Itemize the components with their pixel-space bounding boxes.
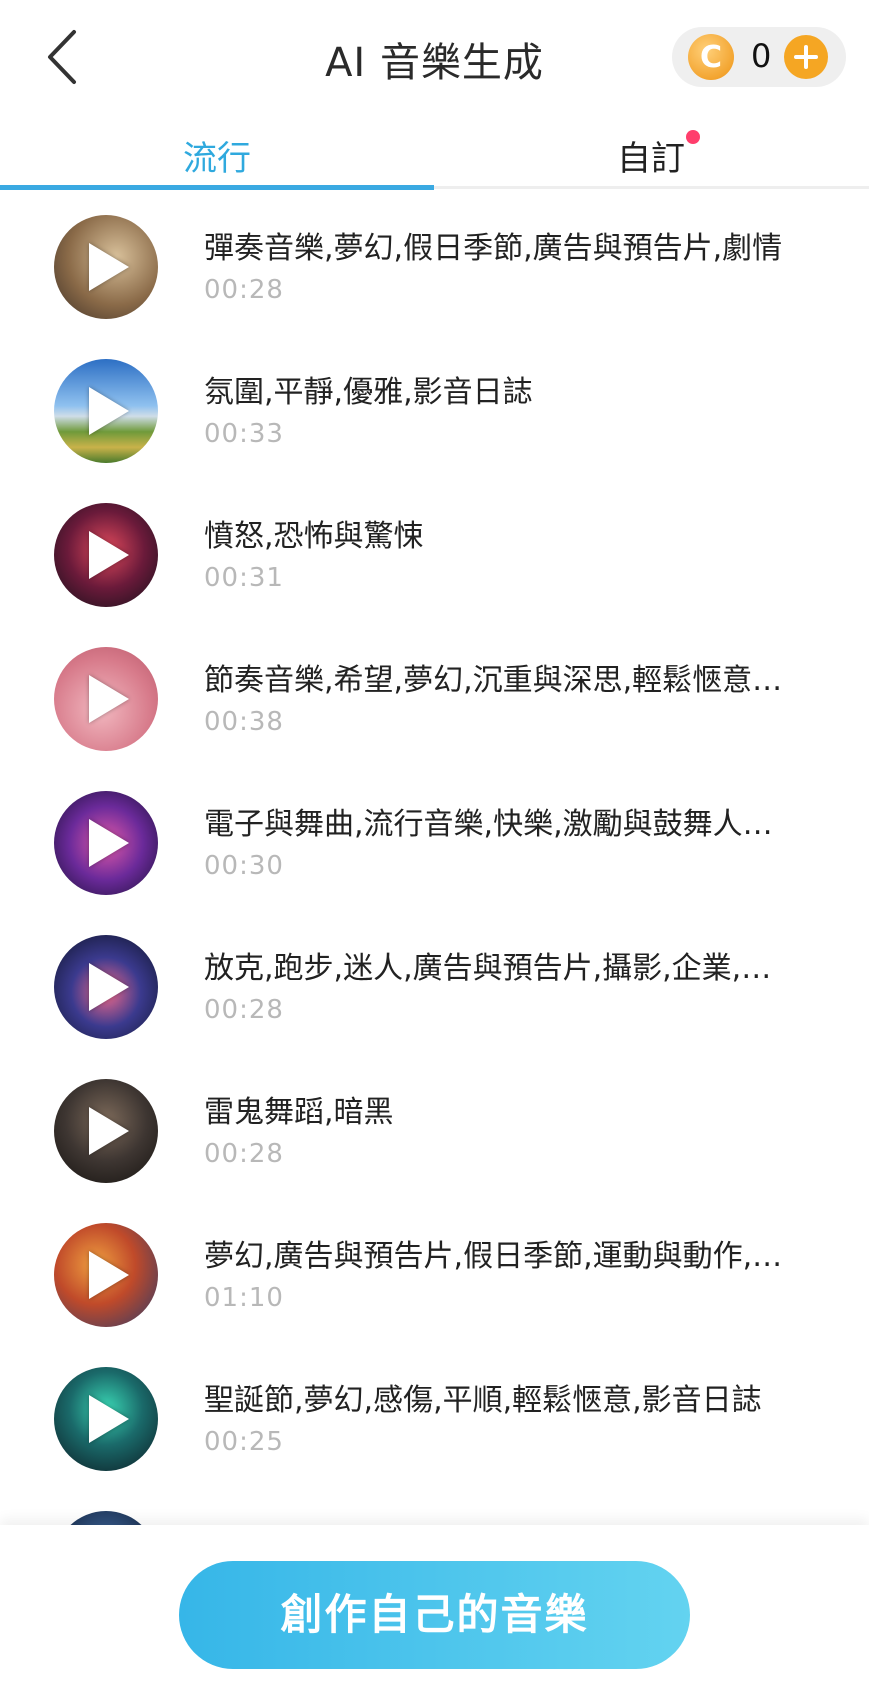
track-thumbnail — [54, 359, 158, 463]
track-thumbnail — [54, 215, 158, 319]
coin-icon: C — [688, 34, 734, 80]
track-duration: 00:28 — [204, 275, 284, 305]
track-duration: 00:30 — [204, 851, 284, 881]
track-thumbnail — [54, 1511, 158, 1525]
track-title: 夢幻,廣告與預告片,假日季節,運動與動作,… — [204, 1239, 783, 1274]
list-item[interactable]: 夢幻,廣告與預告片,假日季節,運動與動作,… 01:10 — [0, 1203, 869, 1347]
track-title: 雷鬼舞蹈,暗黑 — [204, 1095, 394, 1130]
track-thumbnail — [54, 791, 158, 895]
coin-balance[interactable]: C 0 — [672, 27, 846, 87]
list-item[interactable]: 氛圍,平靜,優雅,影音日誌 00:33 — [0, 339, 869, 483]
track-title: 節奏音樂,希望,夢幻,沉重與深思,輕鬆愜意… — [204, 663, 783, 698]
active-tab-indicator — [0, 185, 434, 190]
play-icon — [89, 531, 129, 579]
create-music-button[interactable]: 創作自己的音樂 — [179, 1561, 690, 1669]
list-item[interactable]: 放克,跑步,迷人,廣告與預告片,攝影,企業,… 00:28 — [0, 915, 869, 1059]
list-item[interactable]: 憤怒,恐怖與驚悚 00:31 — [0, 483, 869, 627]
track-duration: 00:25 — [204, 1427, 284, 1457]
music-list: 彈奏音樂,夢幻,假日季節,廣告與預告片,劇情 00:28 氛圍,平靜,優雅,影音… — [0, 195, 869, 1525]
add-coins-button[interactable] — [784, 35, 828, 79]
list-item[interactable]: 節奏音樂,希望,夢幻,沉重與深思,輕鬆愜意… 00:38 — [0, 627, 869, 771]
track-duration: 00:28 — [204, 1139, 284, 1169]
app-screen: AI 音樂生成 C 0 流行 自訂 彈奏音樂,夢幻,假日季節,廣告與預告片,劇情… — [0, 0, 869, 1699]
track-thumbnail — [54, 935, 158, 1039]
play-icon — [89, 1251, 129, 1299]
bottom-bar: 創作自己的音樂 — [0, 1525, 869, 1699]
track-thumbnail — [54, 647, 158, 751]
track-duration: 01:10 — [204, 1283, 284, 1313]
track-title: 放克,跑步,迷人,廣告與預告片,攝影,企業,… — [204, 951, 772, 986]
play-icon — [89, 243, 129, 291]
track-title: 彈奏音樂,夢幻,假日季節,廣告與預告片,劇情 — [204, 231, 783, 266]
list-item-partial[interactable] — [0, 1491, 869, 1525]
track-duration: 00:31 — [204, 563, 284, 593]
track-duration: 00:33 — [204, 419, 284, 449]
track-title: 電子與舞曲,流行音樂,快樂,激勵與鼓舞人… — [204, 807, 773, 842]
play-icon — [89, 1395, 129, 1443]
list-item[interactable]: 電子與舞曲,流行音樂,快樂,激勵與鼓舞人… 00:30 — [0, 771, 869, 915]
play-icon — [89, 819, 129, 867]
track-thumbnail — [54, 1367, 158, 1471]
list-item[interactable]: 聖誕節,夢幻,感傷,平順,輕鬆愜意,影音日誌 00:25 — [0, 1347, 869, 1491]
tab-popular[interactable]: 流行 — [0, 130, 434, 190]
track-title: 聖誕節,夢幻,感傷,平順,輕鬆愜意,影音日誌 — [204, 1383, 762, 1418]
track-duration: 00:38 — [204, 707, 284, 737]
track-thumbnail — [54, 503, 158, 607]
list-item[interactable]: 雷鬼舞蹈,暗黑 00:28 — [0, 1059, 869, 1203]
track-thumbnail — [54, 1079, 158, 1183]
play-icon — [89, 963, 129, 1011]
tab-custom[interactable]: 自訂 — [434, 130, 868, 190]
track-title: 氛圍,平靜,優雅,影音日誌 — [204, 375, 533, 410]
play-icon — [89, 387, 129, 435]
track-title: 憤怒,恐怖與驚悚 — [204, 519, 424, 554]
notification-dot — [686, 130, 700, 144]
coin-count: 0 — [751, 37, 772, 75]
header: AI 音樂生成 C 0 — [0, 0, 869, 115]
play-icon — [89, 675, 129, 723]
list-item[interactable]: 彈奏音樂,夢幻,假日季節,廣告與預告片,劇情 00:28 — [0, 195, 869, 339]
play-icon — [89, 1107, 129, 1155]
track-duration: 00:28 — [204, 995, 284, 1025]
track-thumbnail — [54, 1223, 158, 1327]
tab-bar: 流行 自訂 — [0, 130, 869, 190]
plus-icon — [794, 45, 818, 69]
